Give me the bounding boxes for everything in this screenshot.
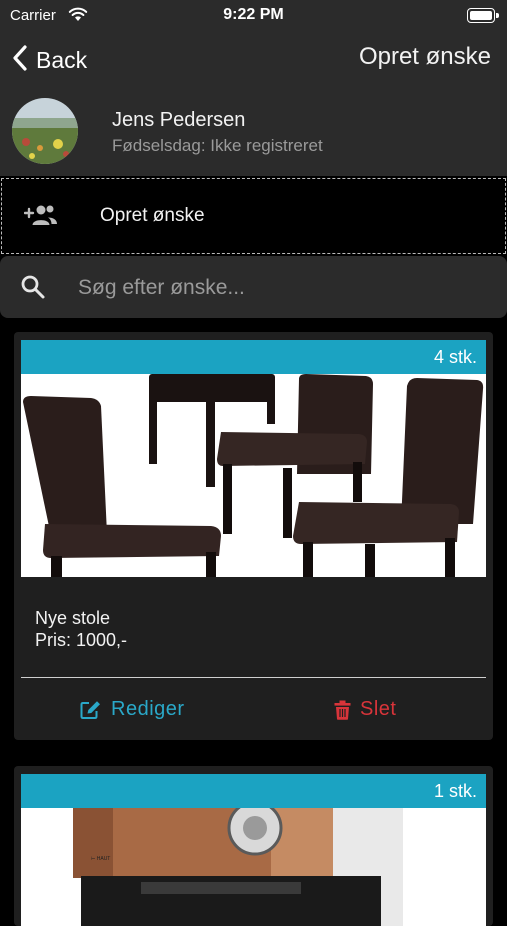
trash-icon xyxy=(334,700,351,720)
edit-label: Rediger xyxy=(111,698,185,720)
add-group-icon xyxy=(23,203,58,232)
wish-card-header: 4 stk. xyxy=(21,340,486,374)
avatar xyxy=(12,98,78,164)
search-bar xyxy=(0,256,507,318)
quantity-label: 1 stk. xyxy=(433,781,477,801)
profile-header: Jens Pedersen Fødselsdag: Ikke registrer… xyxy=(0,90,507,176)
wish-card-header: 1 stk. xyxy=(21,774,486,808)
battery-icon xyxy=(467,8,499,23)
chevron-left-icon xyxy=(12,44,28,77)
back-button[interactable]: Back xyxy=(12,42,87,78)
search-icon xyxy=(20,274,46,305)
clock: 9:22 PM xyxy=(223,6,284,23)
card-divider xyxy=(21,677,486,678)
status-bar: Carrier 9:22 PM xyxy=(0,0,507,32)
svg-text:⊢ HAUT: ⊢ HAUT xyxy=(91,855,110,862)
create-wish-button[interactable]: Opret ønske xyxy=(1,178,506,254)
search-input[interactable] xyxy=(76,270,480,306)
wish-card: 4 stk. Nye stole Pris: 1000,- Rediger Sl… xyxy=(14,332,493,740)
edit-icon xyxy=(80,700,100,719)
page-title: Opret ønske xyxy=(358,43,491,70)
back-label: Back xyxy=(36,46,88,73)
profile-birthday: Fødselsdag: Ikke registreret xyxy=(112,136,323,155)
delete-label: Slet xyxy=(360,698,397,720)
edit-button[interactable]: Rediger xyxy=(80,698,185,721)
delete-button[interactable]: Slet xyxy=(334,698,396,721)
wish-card: 1 stk. ⊢ HAUT xyxy=(14,766,493,926)
profile-name: Jens Pedersen xyxy=(112,109,246,131)
quantity-label: 4 stk. xyxy=(433,347,477,367)
navigation-bar: Back Opret ønske xyxy=(0,32,507,90)
wish-image: ⊢ HAUT xyxy=(21,808,486,926)
wish-name: Nye stole xyxy=(35,608,111,628)
create-wish-label: Opret ønske xyxy=(100,205,205,226)
wish-image xyxy=(21,374,486,577)
wish-price: Pris: 1000,- xyxy=(35,630,128,650)
